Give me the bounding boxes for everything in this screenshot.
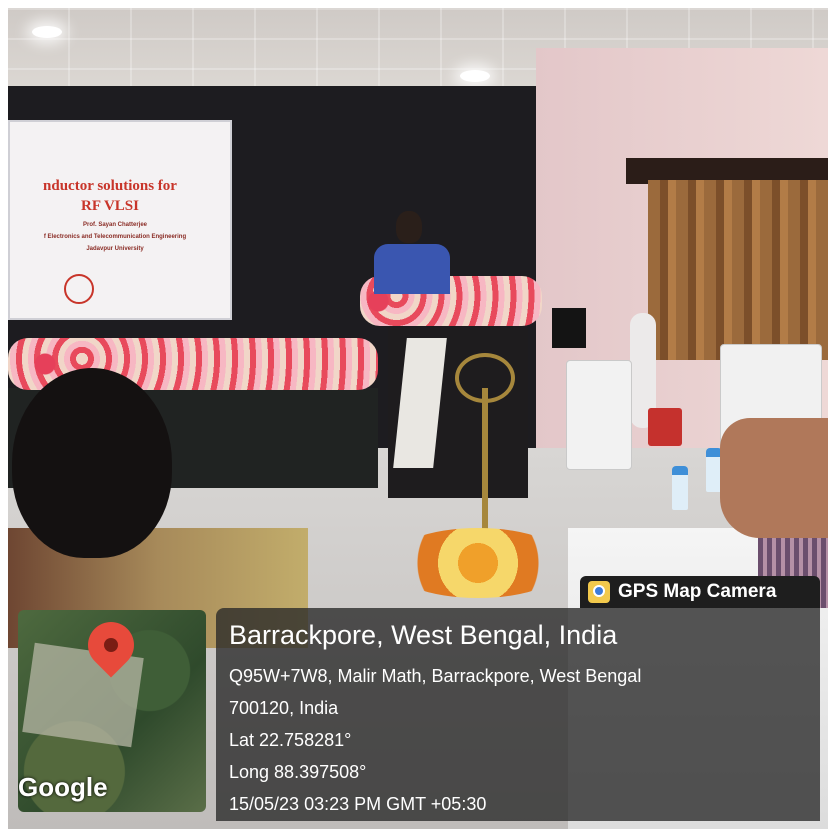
timestamp: 15/05/23 03:23 PM GMT +05:30 (229, 794, 487, 814)
gps-map-camera-icon (588, 581, 610, 603)
slide-university: Jadavpur University (86, 246, 144, 252)
ceiling-light (460, 70, 490, 82)
flower-rangoli (388, 528, 568, 598)
address-line-1: Q95W+7W8, Malir Math, Barrackpore, West … (229, 666, 642, 686)
portable-ac (566, 360, 632, 470)
google-logo: Google (18, 772, 108, 802)
university-emblem-icon (64, 274, 94, 304)
projection-screen: nductor solutions for RF VLSI Prof. Saya… (8, 120, 232, 320)
speaker-shirt (374, 244, 450, 294)
location-map: Google (18, 610, 206, 812)
red-bin (648, 408, 682, 446)
slide-presenter: Prof. Sayan Chatterjee (82, 222, 148, 228)
curtain (648, 180, 828, 360)
audience-head (12, 368, 172, 558)
pin-center (104, 638, 118, 652)
address-line-2: 700120, India (229, 698, 339, 718)
latitude: Lat 22.758281° (229, 730, 352, 750)
speaker-head (396, 211, 422, 243)
gps-app-label: GPS Map Camera (618, 581, 777, 602)
place-name: Barrackpore, West Bengal, India (229, 620, 618, 650)
loudspeaker (552, 308, 586, 348)
audience-arm (720, 418, 828, 538)
ceiling-light (32, 26, 62, 38)
slide-department: f Electronics and Telecommunication Engi… (43, 234, 187, 240)
slide-title: nductor solutions for RF VLSI (43, 178, 177, 214)
location-info-panel: Barrackpore, West Bengal, India Q95W+7W8… (216, 608, 820, 821)
longitude: Long 88.397508° (229, 762, 367, 782)
water-bottle (672, 466, 688, 510)
gps-badge: GPS Map Camera (580, 576, 820, 608)
